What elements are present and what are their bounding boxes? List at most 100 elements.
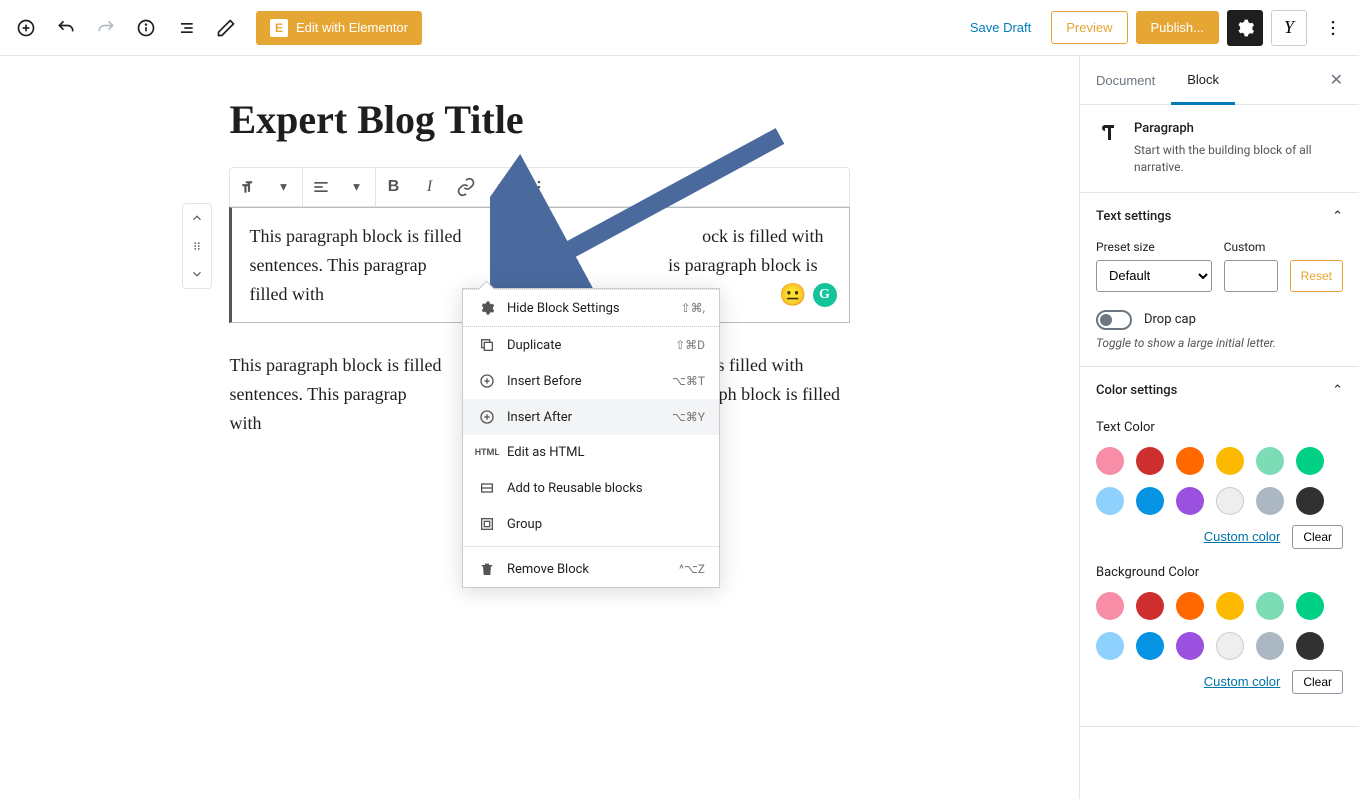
- menu-label: Insert After: [507, 410, 662, 425]
- color-swatch[interactable]: [1216, 592, 1244, 620]
- save-draft-button[interactable]: Save Draft: [958, 12, 1043, 43]
- link-button[interactable]: [448, 168, 484, 206]
- gear-icon: [477, 300, 497, 316]
- align-dropdown[interactable]: ▾: [339, 168, 375, 206]
- color-swatch[interactable]: [1296, 632, 1324, 660]
- color-swatch[interactable]: [1136, 592, 1164, 620]
- color-swatch[interactable]: [1136, 487, 1164, 515]
- color-settings-header[interactable]: Color settings ⌃: [1080, 367, 1359, 414]
- clear-text-color[interactable]: Clear: [1292, 525, 1343, 549]
- insert-before-icon: [477, 373, 497, 389]
- block-type-button[interactable]: [230, 168, 266, 206]
- info-button[interactable]: [128, 10, 164, 46]
- custom-size-input[interactable]: [1224, 260, 1278, 292]
- text-settings-header[interactable]: Text settings ⌃: [1080, 193, 1359, 240]
- dropcap-toggle[interactable]: [1096, 310, 1132, 330]
- chevron-up-icon: ⌃: [1332, 209, 1343, 224]
- top-toolbar: EEdit with Elementor Save Draft Preview …: [0, 0, 1359, 56]
- block-toolbar: ▾ ▾ B I ▾: [229, 167, 850, 207]
- menu-divider: [463, 546, 719, 547]
- color-swatch[interactable]: [1136, 632, 1164, 660]
- custom-bg-color[interactable]: Custom color: [1204, 674, 1281, 689]
- more-menu-button[interactable]: [1315, 10, 1351, 46]
- publish-button[interactable]: Publish...: [1136, 11, 1219, 44]
- bold-button[interactable]: B: [376, 168, 412, 206]
- block-type-dropdown[interactable]: ▾: [266, 168, 302, 206]
- block-name: Paragraph: [1134, 121, 1343, 136]
- color-swatch[interactable]: [1176, 447, 1204, 475]
- clear-bg-color[interactable]: Clear: [1292, 670, 1343, 694]
- color-swatch[interactable]: [1176, 592, 1204, 620]
- paragraph-icon: [1096, 121, 1120, 145]
- outline-button[interactable]: [168, 10, 204, 46]
- color-swatch[interactable]: [1136, 447, 1164, 475]
- color-swatch[interactable]: [1256, 632, 1284, 660]
- menu-duplicate[interactable]: Duplicate ⇧⌘D: [463, 327, 719, 363]
- emoji-neutral-icon: 😐: [779, 277, 806, 312]
- menu-remove[interactable]: Remove Block ^⌥Z: [463, 551, 719, 587]
- tab-block[interactable]: Block: [1171, 56, 1235, 105]
- align-button[interactable]: [303, 168, 339, 206]
- yoast-button[interactable]: Y: [1271, 10, 1307, 46]
- color-swatch[interactable]: [1296, 447, 1324, 475]
- menu-label: Add to Reusable blocks: [507, 481, 705, 496]
- preset-size-label: Preset size: [1096, 240, 1212, 254]
- format-dropdown[interactable]: ▾: [484, 168, 520, 206]
- menu-edit-html[interactable]: HTML Edit as HTML: [463, 435, 719, 470]
- color-swatch[interactable]: [1256, 447, 1284, 475]
- redo-button[interactable]: [88, 10, 124, 46]
- menu-group[interactable]: Group: [463, 506, 719, 542]
- html-icon: HTML: [477, 448, 497, 458]
- menu-label: Remove Block: [507, 562, 669, 577]
- menu-insert-before[interactable]: Insert Before ⌥⌘T: [463, 363, 719, 399]
- trash-icon: [477, 561, 497, 577]
- menu-shortcut: ⌥⌘Y: [672, 410, 705, 424]
- move-down-button[interactable]: [183, 260, 211, 288]
- add-block-button[interactable]: [8, 10, 44, 46]
- color-swatch[interactable]: [1096, 487, 1124, 515]
- elementor-button[interactable]: E Edit with Elementor: [256, 11, 422, 45]
- move-up-button[interactable]: [183, 204, 211, 232]
- menu-hide-settings[interactable]: Hide Block Settings ⇧⌘,: [463, 289, 719, 327]
- menu-shortcut: ⇧⌘D: [675, 338, 705, 352]
- drag-handle[interactable]: [183, 232, 211, 260]
- reset-size-button[interactable]: Reset: [1290, 260, 1343, 292]
- menu-shortcut: ^⌥Z: [679, 562, 705, 576]
- elementor-icon: E: [270, 19, 288, 37]
- elementor-label: Edit with Elementor: [296, 20, 408, 35]
- color-swatch[interactable]: [1096, 592, 1124, 620]
- color-swatch[interactable]: [1216, 447, 1244, 475]
- color-swatch[interactable]: [1296, 487, 1324, 515]
- grammarly-icon[interactable]: G: [813, 283, 837, 307]
- block-more-button[interactable]: [521, 168, 557, 206]
- menu-reusable[interactable]: Add to Reusable blocks: [463, 470, 719, 506]
- color-swatch[interactable]: [1296, 592, 1324, 620]
- color-swatch[interactable]: [1216, 487, 1244, 515]
- menu-shortcut: ⌥⌘T: [672, 374, 705, 388]
- undo-button[interactable]: [48, 10, 84, 46]
- color-swatch[interactable]: [1256, 592, 1284, 620]
- settings-toggle-button[interactable]: [1227, 10, 1263, 46]
- close-sidebar-button[interactable]: ✕: [1314, 56, 1359, 104]
- edit-mode-button[interactable]: [208, 10, 244, 46]
- tab-document[interactable]: Document: [1080, 56, 1171, 104]
- color-swatch[interactable]: [1096, 632, 1124, 660]
- menu-insert-after[interactable]: Insert After ⌥⌘Y: [463, 399, 719, 435]
- menu-label: Hide Block Settings: [507, 301, 671, 316]
- color-settings-panel: Color settings ⌃ Text Color Custom color…: [1080, 367, 1359, 727]
- color-swatch[interactable]: [1216, 632, 1244, 660]
- color-swatch[interactable]: [1176, 632, 1204, 660]
- preset-size-select[interactable]: Default: [1096, 260, 1212, 292]
- block-desc: Start with the building block of all nar…: [1134, 142, 1343, 176]
- color-swatch[interactable]: [1096, 447, 1124, 475]
- italic-button[interactable]: I: [412, 168, 448, 206]
- preview-button[interactable]: Preview: [1051, 11, 1127, 44]
- color-swatch[interactable]: [1256, 487, 1284, 515]
- color-swatch[interactable]: [1176, 487, 1204, 515]
- custom-text-color[interactable]: Custom color: [1204, 529, 1281, 544]
- menu-label: Edit as HTML: [507, 445, 705, 460]
- block-options-menu: Hide Block Settings ⇧⌘, Duplicate ⇧⌘D In…: [462, 288, 720, 588]
- panel-title: Text settings: [1096, 209, 1171, 224]
- post-title[interactable]: Expert Blog Title: [230, 96, 850, 143]
- text-color-swatches: [1096, 447, 1343, 515]
